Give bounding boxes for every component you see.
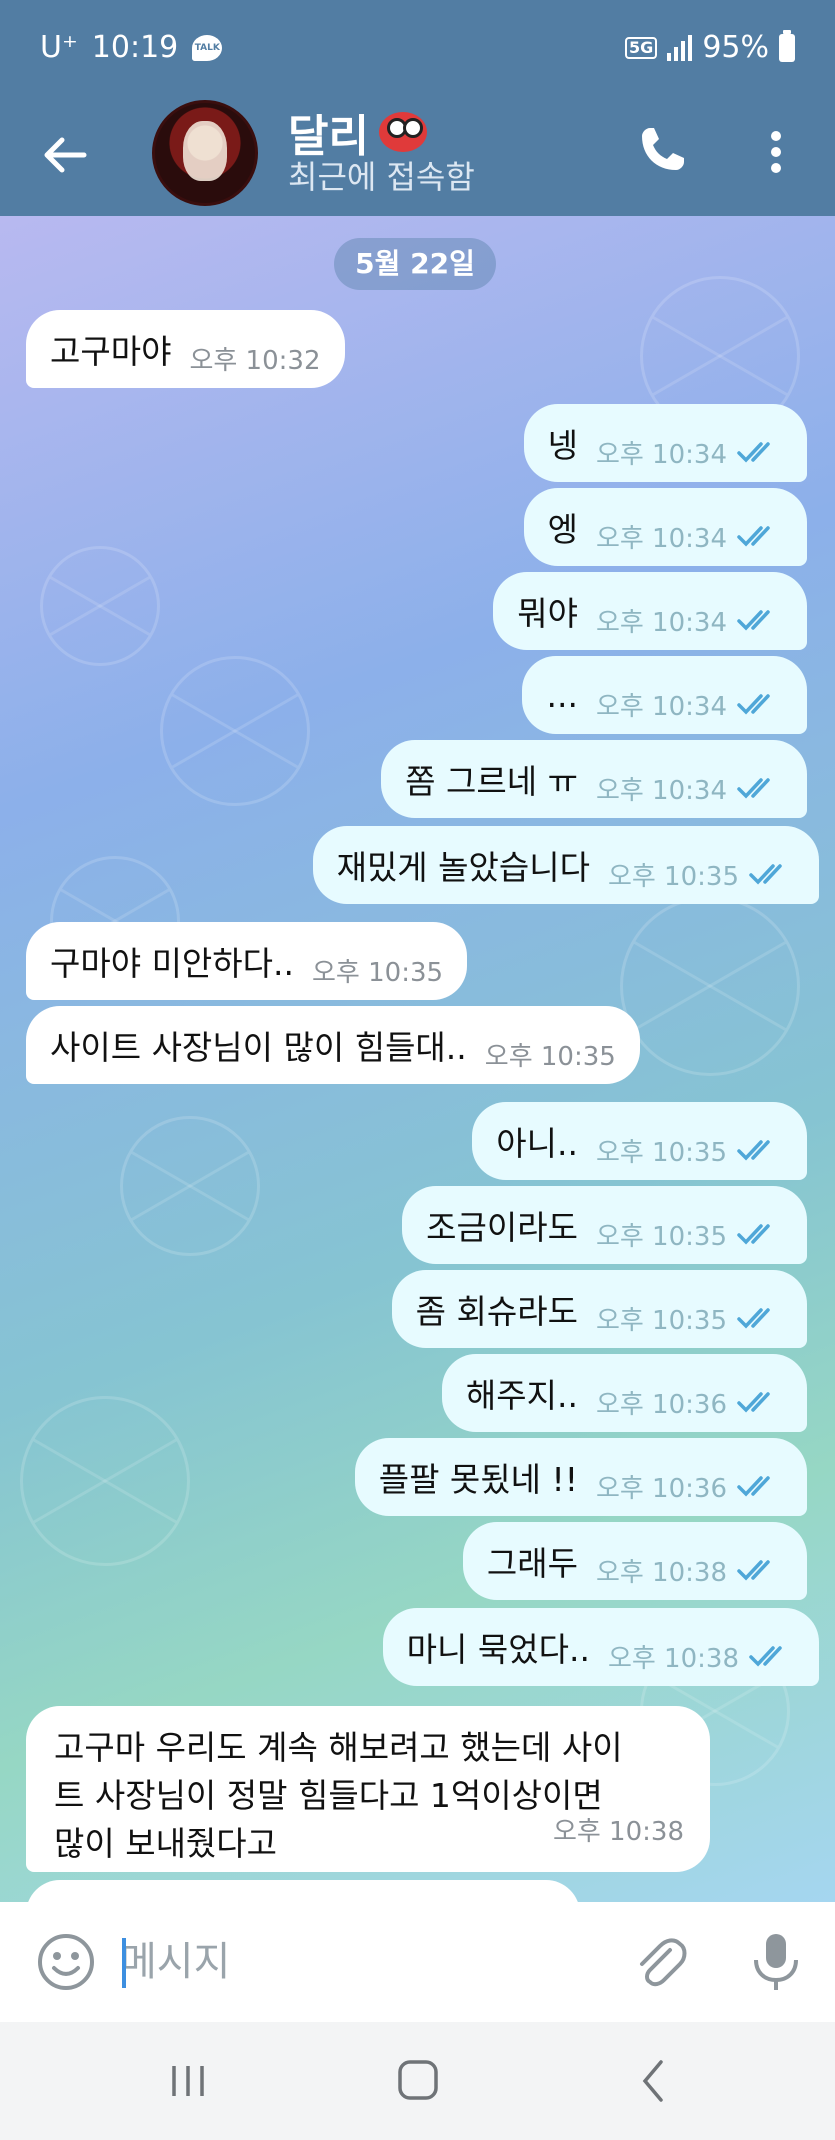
message-time: 오후 10:38 xyxy=(607,1643,739,1674)
microphone-icon[interactable] xyxy=(748,1930,804,1994)
smile-icon[interactable] xyxy=(36,1932,96,1992)
message-text: ... xyxy=(546,675,578,715)
message-time: 오후 10:34 xyxy=(595,523,727,554)
message-time: 오후 10:34 xyxy=(595,691,727,722)
text-cursor xyxy=(122,1938,126,1988)
phone-icon[interactable] xyxy=(636,124,688,176)
double-check-icon xyxy=(737,1560,770,1581)
message-bubble-outgoing[interactable]: 엥 오후 10:34 xyxy=(523,488,807,566)
message-composer xyxy=(0,1902,835,2022)
battery-icon xyxy=(779,29,795,62)
message-text: 고구마야 xyxy=(50,332,172,371)
wallpaper-snowflake xyxy=(120,1116,260,1256)
message-time: 오후 10:36 xyxy=(595,1473,727,1504)
pepe-emoji-icon xyxy=(378,112,427,152)
message-bubble-outgoing[interactable]: ... 오후 10:34 xyxy=(522,656,807,734)
message-bubble-outgoing[interactable]: 플팔 못됬네 !! 오후 10:36 xyxy=(354,1438,807,1516)
wallpaper-snowflake xyxy=(40,546,160,666)
double-check-icon xyxy=(749,1646,782,1667)
message-time: 오후 10:34 xyxy=(595,775,727,806)
message-bubble-incoming[interactable]: 고구마야 오후 10:32 xyxy=(26,310,345,388)
message-time: 오후 10:35 xyxy=(595,1305,727,1336)
message-time: 오후 10:34 xyxy=(595,439,727,470)
double-check-icon xyxy=(749,864,782,885)
message-text: 사이트 사장님이 많이 힘들대.. xyxy=(50,1028,467,1067)
date-separator: 5월 22일 xyxy=(334,238,496,290)
double-check-icon xyxy=(737,526,770,547)
paperclip-icon[interactable] xyxy=(630,1932,690,1992)
message-text: 그래두 xyxy=(486,1544,578,1583)
arrow-left-icon[interactable] xyxy=(40,130,90,180)
message-list[interactable]: 5월 22일 고구마야 오후 10:32 넹 오후 10:34 엥 오후 10:… xyxy=(0,216,835,1902)
wallpaper-snowflake xyxy=(620,896,800,1076)
message-bubble-incoming[interactable]: 구마야 미안하다.. 오후 10:35 xyxy=(26,922,468,1000)
signal-icon xyxy=(667,34,693,61)
double-check-icon xyxy=(737,1140,770,1161)
message-text: 조금이라도 xyxy=(426,1208,578,1247)
double-check-icon xyxy=(737,610,770,631)
message-bubble-outgoing[interactable]: 해주지.. 오후 10:36 xyxy=(441,1354,807,1432)
double-check-icon xyxy=(737,778,770,799)
message-bubble-outgoing[interactable]: 뭐야 오후 10:34 xyxy=(493,572,807,650)
double-check-icon xyxy=(737,1476,770,1497)
system-navigation-bar xyxy=(0,2022,835,2140)
message-bubble-outgoing[interactable]: 재밌게 놀았습니다 오후 10:35 xyxy=(312,826,819,904)
message-time: 오후 10:35 xyxy=(484,1041,616,1072)
message-input[interactable] xyxy=(120,1922,600,2002)
carrier-label: U⁺ xyxy=(40,30,78,65)
message-text-line: 고구마 우리도 계속 해보려고 했는데 사이 xyxy=(54,1728,623,1767)
home-icon[interactable] xyxy=(388,2056,448,2106)
kakaotalk-notification-icon: TALK xyxy=(192,34,223,61)
message-bubble-outgoing[interactable]: 쫌 그르네 ㅠ 오후 10:34 xyxy=(381,740,807,818)
message-bubble-outgoing[interactable]: 마니 묵었다.. 오후 10:38 xyxy=(382,1608,819,1686)
message-bubble-incoming[interactable]: 고구마 우리도 계속 해보려고 했는데 사이 트 사장님이 정말 힘들다고 1억… xyxy=(26,1706,710,1872)
avatar[interactable] xyxy=(152,100,258,206)
message-text: 아니.. xyxy=(496,1124,578,1163)
message-text: 엥 xyxy=(547,510,578,549)
message-time: 오후 10:35 xyxy=(607,861,739,892)
network-badge: 5G xyxy=(625,36,658,59)
message-bubble-incoming[interactable]: 사이트 사장님이 많이 힘들대.. 오후 10:35 xyxy=(26,1006,640,1084)
message-time: 오후 10:32 xyxy=(189,345,321,376)
battery-percent: 95% xyxy=(702,30,769,65)
wallpaper-snowflake xyxy=(160,656,310,806)
chat-header: 달리 최근에 접속함 xyxy=(0,100,835,216)
message-text: 마니 묵었다.. xyxy=(406,1630,590,1669)
wallpaper-snowflake xyxy=(20,1396,190,1566)
message-bubble-outgoing[interactable]: 조금이라도 오후 10:35 xyxy=(402,1186,807,1264)
last-seen-status: 최근에 접속함 xyxy=(288,158,475,196)
message-time: 오후 10:34 xyxy=(595,607,727,638)
message-text: 구마야 미안하다.. xyxy=(50,944,294,983)
clock: 10:19 xyxy=(91,30,179,65)
double-check-icon xyxy=(737,442,770,463)
message-text: 쫌 그르네 ㅠ xyxy=(405,762,578,801)
more-vertical-icon[interactable] xyxy=(766,130,786,174)
message-time: 오후 10:35 xyxy=(595,1137,727,1168)
double-check-icon xyxy=(737,1308,770,1329)
recents-icon[interactable] xyxy=(158,2056,218,2106)
message-bubble-partial[interactable] xyxy=(26,1880,580,1902)
back-chevron-icon[interactable] xyxy=(625,2056,685,2106)
double-check-icon xyxy=(737,694,770,715)
message-bubble-outgoing[interactable]: 아니.. 오후 10:35 xyxy=(472,1102,807,1180)
double-check-icon xyxy=(737,1392,770,1413)
message-text: 뭐야 xyxy=(517,594,578,633)
message-bubble-outgoing[interactable]: 좀 회슈라도 오후 10:35 xyxy=(391,1270,807,1348)
message-text: 해주지.. xyxy=(465,1376,578,1415)
message-bubble-outgoing[interactable]: 넹 오후 10:34 xyxy=(523,404,807,482)
message-time: 오후 10:35 xyxy=(595,1221,727,1252)
status-bar: U⁺ 10:19 TALK 5G 95% xyxy=(0,0,835,100)
double-check-icon xyxy=(737,1224,770,1245)
message-bubble-outgoing[interactable]: 그래두 오후 10:38 xyxy=(462,1522,807,1600)
message-time: 오후 10:38 xyxy=(552,1817,684,1847)
message-text: 재밌게 놀았습니다 xyxy=(336,848,590,887)
message-time: 오후 10:36 xyxy=(595,1389,727,1420)
message-text: 좀 회슈라도 xyxy=(415,1292,578,1331)
message-text: 플팔 못됬네 !! xyxy=(378,1460,578,1499)
message-time: 오후 10:38 xyxy=(595,1557,727,1588)
message-time: 오후 10:35 xyxy=(312,957,444,988)
message-text: 넹 xyxy=(547,426,578,465)
